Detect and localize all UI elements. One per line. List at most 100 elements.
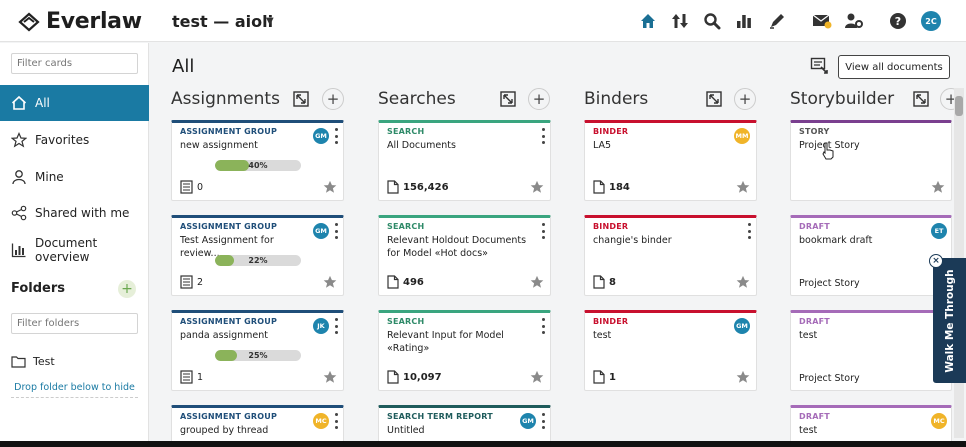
sidebar-item-favorites[interactable]: Favorites <box>0 122 149 158</box>
expand-icon[interactable] <box>500 91 516 107</box>
everlaw-logo[interactable]: Everlaw <box>18 9 142 34</box>
more-options-icon[interactable] <box>541 223 546 239</box>
case-title[interactable]: test — aioli <box>172 12 273 31</box>
folder-icon <box>11 356 26 368</box>
more-options-icon[interactable] <box>747 223 752 239</box>
assignment-card[interactable]: ASSIGNMENT GROUP Test Assignment for rev… <box>171 215 344 296</box>
more-options-icon[interactable] <box>334 223 339 239</box>
card-type: ASSIGNMENT GROUP <box>180 317 278 326</box>
favorite-star-icon[interactable] <box>323 370 337 384</box>
plus-icon: + <box>738 90 752 108</box>
assignment-card[interactable]: ASSIGNMENT GROUP grouped by thread MC <box>171 405 344 445</box>
assignment-card[interactable]: ASSIGNMENT GROUP new assignment GM 40% 0 <box>171 120 344 201</box>
card-type: STORY <box>799 127 830 136</box>
favorite-star-icon[interactable] <box>736 275 750 289</box>
everlaw-logo-icon <box>18 12 40 31</box>
column-title-storybuilder: Storybuilder <box>790 89 895 109</box>
more-options-icon[interactable] <box>334 128 339 144</box>
add-binder-button[interactable]: + <box>734 88 756 110</box>
progress-bar: 40% <box>215 160 301 171</box>
filter-folders-input[interactable] <box>11 313 138 334</box>
sidebar-item-document-overview[interactable]: Document overview <box>0 232 149 268</box>
analytics-icon[interactable] <box>733 10 755 32</box>
binder-card[interactable]: BINDER test GM 1 <box>584 310 757 391</box>
walk-me-through-button[interactable]: Walk Me Through <box>933 258 966 383</box>
card-footer: 0 <box>180 180 203 194</box>
progress-text: 40% <box>248 161 268 170</box>
search-term-report-card[interactable]: SEARCH TERM REPORT Untitled GM <box>378 405 551 445</box>
view-all-documents-button[interactable]: View all documents <box>838 55 950 79</box>
favorite-star-icon[interactable] <box>530 180 544 194</box>
user-avatar[interactable]: 2C <box>921 11 941 31</box>
favorite-star-icon[interactable] <box>736 370 750 384</box>
folders-heading: Folders <box>11 281 66 296</box>
scrollbar-thumb[interactable] <box>955 96 963 116</box>
sidebar-item-label: All <box>35 96 50 110</box>
avatar: MM <box>734 128 750 144</box>
document-icon <box>593 370 605 384</box>
sidebar-item-all[interactable]: All <box>0 85 149 121</box>
presentation-icon[interactable] <box>810 57 830 79</box>
assignment-card[interactable]: ASSIGNMENT GROUP panda assignment JK 25%… <box>171 310 344 391</box>
search-card[interactable]: SEARCH Relevant Input for Model «Rating»… <box>378 310 551 391</box>
card-count: 1 <box>609 371 616 383</box>
avatar: MC <box>931 413 947 429</box>
card-footer: 496 <box>387 275 424 289</box>
expand-icon[interactable] <box>293 91 309 107</box>
favorite-star-icon[interactable] <box>323 275 337 289</box>
favorite-star-icon[interactable] <box>931 180 945 194</box>
binder-card[interactable]: BINDER LA5 MM 184 <box>584 120 757 201</box>
favorite-star-icon[interactable] <box>736 180 750 194</box>
home-icon <box>11 95 27 110</box>
card-count: 496 <box>403 276 424 288</box>
card-footer: 2 <box>180 275 203 289</box>
more-options-icon[interactable] <box>334 413 339 429</box>
column-title-binders: Binders <box>584 89 649 109</box>
card-count: 1 <box>197 371 204 383</box>
card-name: Relevant Holdout Documents for Model «Ho… <box>387 235 527 259</box>
favorite-star-icon[interactable] <box>323 180 337 194</box>
more-options-icon[interactable] <box>541 128 546 144</box>
home-icon[interactable] <box>637 10 659 32</box>
close-icon[interactable]: × <box>929 254 943 268</box>
filter-cards-input[interactable] <box>11 53 138 74</box>
search-card[interactable]: SEARCH All Documents 156,426 <box>378 120 551 201</box>
case-dropdown-icon[interactable]: ▼ <box>266 16 274 27</box>
expand-icon[interactable] <box>706 91 722 107</box>
card-footer: Project Story <box>799 373 860 384</box>
binder-card[interactable]: BINDER changie's binder 8 <box>584 215 757 296</box>
more-options-icon[interactable] <box>541 318 546 334</box>
plus-icon: + <box>532 90 546 108</box>
sidebar-item-shared[interactable]: Shared with me <box>0 195 149 231</box>
draft-card[interactable]: DRAFT test Project Story <box>790 310 952 391</box>
sidebar-item-label: Favorites <box>35 133 90 147</box>
draft-card[interactable]: DRAFT bookmark draft ET Project Story <box>790 215 952 296</box>
bottom-edge <box>0 441 966 447</box>
plus-icon: + <box>326 90 340 108</box>
favorite-star-icon[interactable] <box>530 275 544 289</box>
draft-card[interactable]: DRAFT test MC <box>790 405 952 445</box>
favorite-star-icon[interactable] <box>530 370 544 384</box>
add-folder-button[interactable]: + <box>118 280 136 298</box>
search-icon[interactable] <box>701 10 723 32</box>
story-card[interactable]: STORY Project Story <box>790 120 952 201</box>
sidebar-item-mine[interactable]: Mine <box>0 159 149 195</box>
search-card[interactable]: SEARCH Relevant Holdout Documents for Mo… <box>378 215 551 296</box>
more-options-icon[interactable] <box>541 413 546 429</box>
sort-icon[interactable] <box>669 10 691 32</box>
walk-me-through-label: Walk Me Through <box>943 268 956 373</box>
expand-icon[interactable] <box>913 91 929 107</box>
add-assignment-button[interactable]: + <box>322 88 344 110</box>
top-bar: Everlaw test — aioli ▼ ? 2C <box>0 0 966 42</box>
progress-text: 25% <box>248 351 268 360</box>
add-search-button[interactable]: + <box>528 88 550 110</box>
more-options-icon[interactable] <box>334 318 339 334</box>
messages-icon[interactable] <box>811 10 833 32</box>
help-icon[interactable]: ? <box>887 10 909 32</box>
admin-icon[interactable] <box>843 10 865 32</box>
pen-icon[interactable] <box>766 10 788 32</box>
sidebar-item-label: Document overview <box>35 236 98 264</box>
sidebar: All Favorites Mine Shared with me Docume… <box>0 43 149 447</box>
avatar: GM <box>313 223 329 239</box>
folder-item-test[interactable]: Test <box>11 355 55 368</box>
